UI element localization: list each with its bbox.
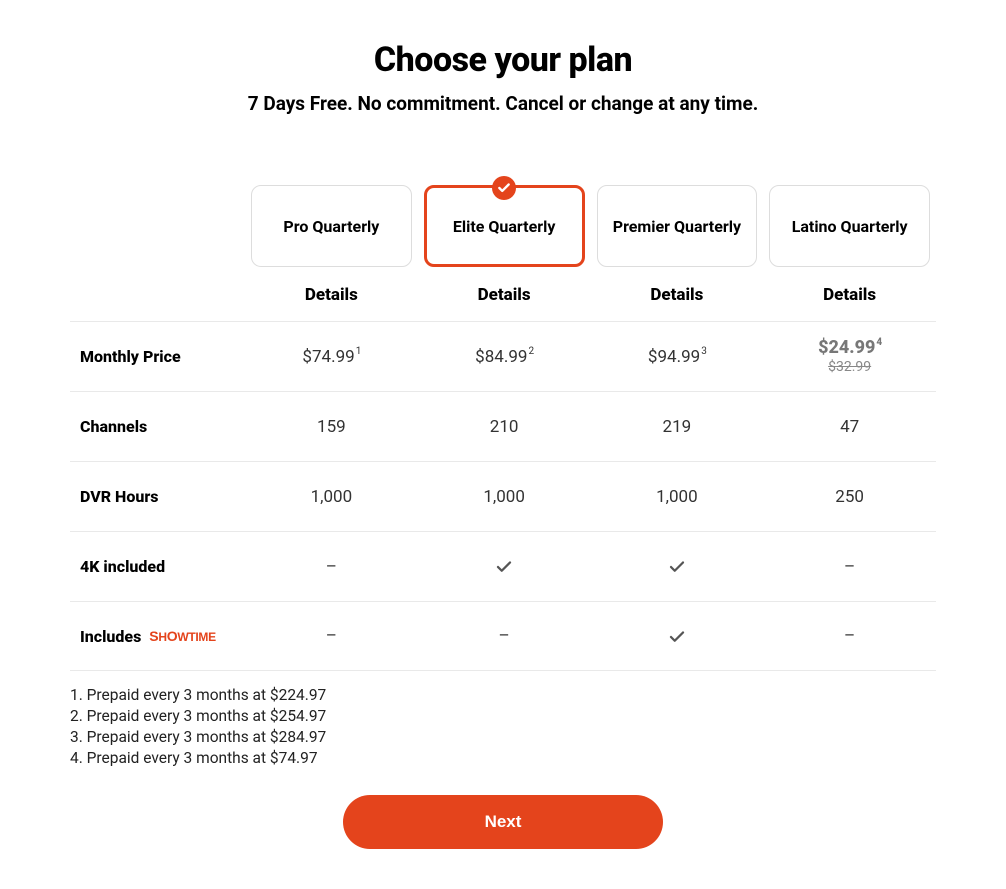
- cell-value: 47: [763, 417, 936, 437]
- plan-tab-label: Pro Quarterly: [283, 217, 379, 236]
- row-monthly-price: Monthly Price $74.991 $84.992 $94.993 $2…: [70, 321, 936, 391]
- cell-value: 1,000: [245, 487, 418, 507]
- details-label: Details: [763, 285, 936, 305]
- footnote: 1. Prepaid every 3 months at $224.97: [70, 685, 936, 706]
- row-label: 4K included: [70, 557, 245, 576]
- dash-icon: –: [763, 626, 936, 646]
- plan-tab-latino[interactable]: Latino Quarterly: [769, 185, 930, 267]
- cell-value: 159: [245, 417, 418, 437]
- next-button[interactable]: Next: [343, 795, 663, 849]
- dash-icon: –: [245, 557, 418, 577]
- details-label: Details: [418, 285, 591, 305]
- details-label: Details: [245, 285, 418, 305]
- dash-icon: –: [245, 626, 418, 646]
- page-subtitle: 7 Days Free. No commitment. Cancel or ch…: [70, 92, 936, 115]
- cell-value: 219: [591, 417, 764, 437]
- footnotes: 1. Prepaid every 3 months at $224.97 2. …: [70, 685, 936, 769]
- check-icon: [591, 626, 764, 646]
- plan-table: Pro Quarterly Elite Quarterly Premier Qu…: [70, 185, 936, 671]
- cell-price: $74.991: [245, 347, 418, 367]
- cell-price-discount: $24.994 $32.99: [763, 337, 936, 375]
- row-4k-included: 4K included – –: [70, 531, 936, 601]
- cell-price: $84.992: [418, 347, 591, 367]
- check-icon: [591, 557, 764, 577]
- cell-value: 1,000: [591, 487, 764, 507]
- details-label: Details: [591, 285, 764, 305]
- footnote: 4. Prepaid every 3 months at $74.97: [70, 748, 936, 769]
- dash-icon: –: [418, 626, 591, 646]
- plan-tabs-row: Pro Quarterly Elite Quarterly Premier Qu…: [70, 185, 936, 267]
- plan-tab-pro[interactable]: Pro Quarterly: [251, 185, 412, 267]
- footnote: 3. Prepaid every 3 months at $284.97: [70, 727, 936, 748]
- cell-value: 250: [763, 487, 936, 507]
- cell-value: 210: [418, 417, 591, 437]
- row-label: Channels: [70, 417, 245, 436]
- row-label: DVR Hours: [70, 487, 245, 506]
- plan-tab-label: Elite Quarterly: [453, 217, 556, 236]
- row-label: Monthly Price: [70, 347, 245, 366]
- showtime-logo-icon: SHOWTIME: [149, 629, 216, 643]
- cell-value: 1,000: [418, 487, 591, 507]
- page-title: Choose your plan: [70, 40, 936, 80]
- plan-tab-label: Latino Quarterly: [792, 217, 908, 236]
- plan-tab-label: Premier Quarterly: [613, 217, 741, 236]
- row-dvr-hours: DVR Hours 1,000 1,000 1,000 250: [70, 461, 936, 531]
- selected-check-icon: [492, 176, 516, 200]
- row-includes-showtime: Includes SHOWTIME – – –: [70, 601, 936, 671]
- details-row: Details Details Details Details: [70, 285, 936, 305]
- cell-price: $94.993: [591, 347, 764, 367]
- row-channels: Channels 159 210 219 47: [70, 391, 936, 461]
- row-label: Includes SHOWTIME: [70, 627, 245, 646]
- dash-icon: –: [763, 557, 936, 577]
- check-icon: [418, 557, 591, 577]
- footnote: 2. Prepaid every 3 months at $254.97: [70, 706, 936, 727]
- plan-tab-elite[interactable]: Elite Quarterly: [424, 185, 585, 267]
- plan-tab-premier[interactable]: Premier Quarterly: [597, 185, 758, 267]
